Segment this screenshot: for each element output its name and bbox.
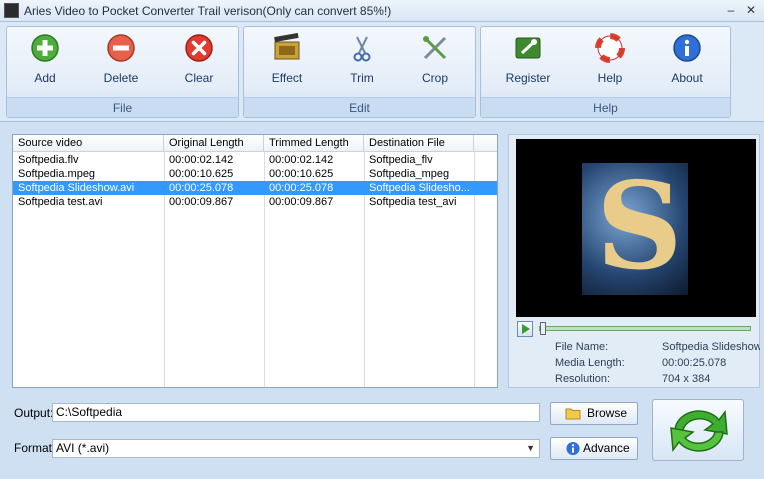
- add-button[interactable]: Add: [13, 33, 77, 95]
- format-label: Format:: [14, 441, 56, 455]
- help-label: Help: [597, 71, 623, 85]
- ribbon-group-help: Register Help About Help: [480, 26, 731, 118]
- crop-button[interactable]: Crop: [403, 33, 467, 95]
- info-label: File Name:: [555, 341, 609, 353]
- ribbon-group-edit: Effect Trim Crop Edit: [243, 26, 476, 118]
- about-label: About: [671, 71, 703, 85]
- output-path-input[interactable]: C:\Softpedia: [52, 403, 540, 422]
- table-row[interactable]: Softpedia test.avi 00:00:09.867 00:00:09…: [13, 195, 497, 209]
- cell-source: Softpedia.mpeg: [18, 168, 96, 180]
- cell-trimmed-length: 00:00:10.625: [269, 168, 334, 180]
- info-label: Resolution:: [555, 373, 611, 385]
- minimize-button[interactable]: –: [722, 2, 740, 18]
- cell-original-length: 00:00:10.625: [169, 168, 234, 180]
- info-icon: [566, 441, 580, 456]
- add-icon: [31, 34, 59, 62]
- column-header-trimmed-length[interactable]: Trimmed Length: [264, 135, 364, 152]
- advance-label: Advance: [583, 441, 630, 455]
- output-label: Output:: [14, 406, 54, 420]
- lifebuoy-icon: [595, 33, 625, 63]
- seek-handle[interactable]: [540, 322, 546, 335]
- info-value: Softpedia Slideshow.: [662, 341, 760, 353]
- ribbon-toolbar: Add Delete Clear File Effect Trim Crop E…: [0, 22, 764, 122]
- about-button[interactable]: About: [655, 33, 719, 95]
- format-select[interactable]: AVI (*.avi) ▼: [52, 439, 540, 458]
- delete-button[interactable]: Delete: [89, 33, 153, 95]
- ribbon-group-file: Add Delete Clear File: [6, 26, 239, 118]
- crop-label: Crop: [421, 71, 448, 85]
- close-button[interactable]: ✕: [742, 2, 760, 18]
- crop-tools-icon: [423, 36, 447, 60]
- seek-bar[interactable]: [539, 322, 751, 335]
- table-row-selected[interactable]: Softpedia Slideshow.avi 00:00:25.078 00:…: [13, 181, 497, 195]
- cell-original-length: 00:00:25.078: [169, 182, 234, 194]
- app-icon: [4, 3, 19, 18]
- table-row[interactable]: Softpedia.flv 00:00:02.142 00:00:02.142 …: [13, 153, 497, 167]
- play-button[interactable]: [517, 321, 533, 337]
- cell-destination: Softpedia_mpeg: [369, 168, 450, 180]
- cell-destination: Softpedia_flv: [369, 154, 433, 166]
- cell-destination: Softpedia Slidesho...: [369, 182, 470, 194]
- preview-panel: S File Name: Softpedia Slideshow. Media …: [508, 134, 760, 388]
- browse-button[interactable]: Browse: [550, 402, 638, 425]
- video-preview: S: [516, 139, 756, 317]
- group-label-edit: Edit: [244, 97, 475, 117]
- chevron-down-icon[interactable]: ▼: [526, 440, 535, 457]
- column-header-source[interactable]: Source video: [13, 135, 164, 152]
- cell-trimmed-length: 00:00:25.078: [269, 182, 334, 194]
- scissors-icon: [353, 36, 371, 62]
- video-thumbnail: S: [582, 157, 688, 297]
- play-icon: [522, 324, 530, 334]
- poster-letter: S: [596, 156, 683, 297]
- info-label: Media Length:: [555, 357, 625, 369]
- format-selected-value: AVI (*.avi): [56, 441, 110, 455]
- info-value: 00:00:25.078: [662, 357, 727, 369]
- trim-label: Trim: [350, 71, 374, 85]
- effect-label: Effect: [271, 71, 303, 85]
- convert-button[interactable]: [652, 399, 744, 461]
- cell-source: Softpedia Slideshow.avi: [18, 182, 135, 194]
- cell-source: Softpedia.flv: [18, 154, 79, 166]
- group-label-help: Help: [481, 97, 730, 117]
- convert-arrows-icon: [670, 409, 728, 453]
- register-icon: [515, 37, 541, 59]
- group-label-file: File: [7, 97, 238, 117]
- column-header-destination[interactable]: Destination File: [364, 135, 474, 152]
- browse-label: Browse: [587, 406, 628, 420]
- title-bar: Aries Video to Pocket Converter Trail ve…: [0, 0, 764, 22]
- help-button[interactable]: Help: [578, 33, 642, 95]
- table-row[interactable]: Softpedia.mpeg 00:00:10.625 00:00:10.625…: [13, 167, 497, 181]
- cell-original-length: 00:00:09.867: [169, 196, 234, 208]
- cell-trimmed-length: 00:00:02.142: [269, 154, 334, 166]
- film-effect-icon: [274, 33, 300, 60]
- window-title: Aries Video to Pocket Converter Trail ve…: [24, 4, 392, 18]
- delete-label: Delete: [103, 71, 139, 85]
- clear-button[interactable]: Clear: [167, 33, 231, 95]
- list-header: Source video Original Length Trimmed Len…: [13, 135, 497, 152]
- video-list[interactable]: Source video Original Length Trimmed Len…: [12, 134, 498, 388]
- info-value: 704 x 384: [662, 373, 711, 385]
- advance-button[interactable]: Advance: [550, 437, 638, 460]
- cell-destination: Softpedia test_avi: [369, 196, 457, 208]
- register-label: Register: [505, 71, 551, 85]
- clear-icon: [185, 34, 213, 62]
- info-icon: [673, 34, 701, 62]
- register-button[interactable]: Register: [496, 33, 560, 95]
- trim-button[interactable]: Trim: [330, 33, 394, 95]
- cell-source: Softpedia test.avi: [18, 196, 103, 208]
- effect-button[interactable]: Effect: [255, 33, 319, 95]
- clear-label: Clear: [184, 71, 214, 85]
- folder-icon: [565, 408, 581, 420]
- add-label: Add: [34, 71, 56, 85]
- delete-icon: [107, 34, 135, 62]
- cell-trimmed-length: 00:00:09.867: [269, 196, 334, 208]
- column-header-original-length[interactable]: Original Length: [164, 135, 264, 152]
- cell-original-length: 00:00:02.142: [169, 154, 234, 166]
